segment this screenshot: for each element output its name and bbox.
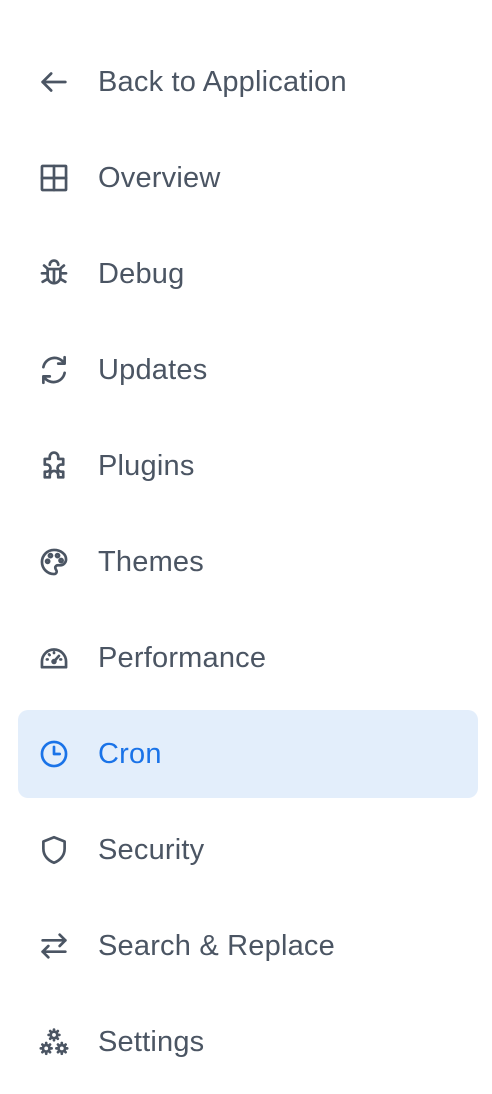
sidebar-item-updates[interactable]: Updates [18,326,478,414]
sidebar-item-themes[interactable]: Themes [18,518,478,606]
sidebar-item-cron[interactable]: Cron [18,710,478,798]
sidebar-item-label: Back to Application [98,65,347,98]
sidebar-item-back-to-application[interactable]: Back to Application [18,38,478,126]
sidebar-item-performance[interactable]: Performance [18,614,478,702]
clock-icon [36,736,72,772]
sidebar-item-plugins[interactable]: Plugins [18,422,478,510]
sidebar-item-label: Updates [98,353,208,386]
gauge-icon [36,640,72,676]
sidebar-item-label: Performance [98,641,267,674]
arrow-left-icon [36,64,72,100]
sidebar-item-label: Security [98,833,205,866]
palette-icon [36,544,72,580]
shield-icon [36,832,72,868]
puzzle-icon [36,448,72,484]
sidebar-item-security[interactable]: Security [18,806,478,894]
sidebar-item-label: Cron [98,737,162,770]
refresh-icon [36,352,72,388]
sidebar-item-settings[interactable]: Settings [18,998,478,1086]
grid-icon [36,160,72,196]
sidebar-item-label: Themes [98,545,204,578]
sidebar-item-label: Debug [98,257,185,290]
sidebar-item-label: Plugins [98,449,195,482]
sidebar-item-label: Overview [98,161,221,194]
sidebar-item-overview[interactable]: Overview [18,134,478,222]
sidebar-item-label: Settings [98,1025,205,1058]
sidebar-item-label: Search & Replace [98,929,335,962]
sidebar-nav: Back to Application Overview Debug Updat… [0,0,492,1094]
cogs-icon [36,1024,72,1060]
bug-icon [36,256,72,292]
sidebar-item-search-replace[interactable]: Search & Replace [18,902,478,990]
arrows-swap-icon [36,928,72,964]
sidebar-item-debug[interactable]: Debug [18,230,478,318]
